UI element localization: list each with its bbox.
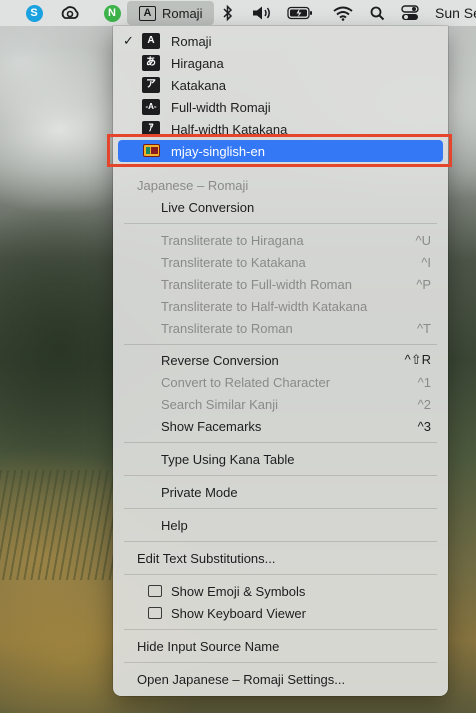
control-center-icon[interactable]	[399, 0, 421, 26]
menu-item-full-width-romaji[interactable]: -A- Full-width Romaji	[118, 96, 443, 118]
menu-item-label: Katakana	[171, 77, 226, 93]
input-source-dropdown: ✓ A Romaji あ Hiragana ア Katakana -A- Ful…	[113, 26, 448, 696]
battery-icon[interactable]	[287, 0, 313, 26]
notes-n-icon[interactable]: N	[102, 0, 122, 26]
menu-separator	[124, 223, 437, 224]
shortcut: ^T	[416, 320, 431, 336]
menu-item-show-keyboard-viewer[interactable]: Show Keyboard Viewer	[118, 602, 443, 624]
input-source-label: Romaji	[162, 5, 203, 21]
shortcut: ^1	[417, 374, 431, 390]
shortcut: ^P	[416, 276, 431, 292]
menu-separator	[124, 442, 437, 443]
menu-separator	[124, 629, 437, 630]
full-width-glyph-icon: -A-	[142, 99, 160, 115]
menu-item-hide-input-source-name[interactable]: Hide Input Source Name	[118, 635, 443, 657]
wallpaper-vineyard	[0, 470, 120, 580]
menu-item-show-emoji-symbols[interactable]: Show Emoji & Symbols	[118, 580, 443, 602]
menu-item-convert-related: Convert to Related Character ^1	[161, 374, 431, 390]
menu-item-label: Full-width Romaji	[171, 99, 271, 115]
menu-item-show-facemarks[interactable]: Show Facemarks ^3	[118, 415, 443, 437]
emoji-viewer-icon	[148, 585, 162, 597]
menu-item-transliterate-katakana: Transliterate to Katakana ^I	[161, 254, 431, 270]
shortcut: ^3	[417, 418, 431, 434]
shortcut: ^⇧R	[404, 352, 431, 367]
menu-item-private-mode[interactable]: Private Mode	[118, 481, 443, 503]
checkmark-icon: ✓	[123, 33, 134, 48]
menu-item-transliterate-full-width-roman: Transliterate to Full-width Roman ^P	[161, 276, 431, 292]
input-source-menu[interactable]: A Romaji	[127, 1, 214, 25]
menu-item-transliterate-half-width-katakana: Transliterate to Half-width Katakana	[161, 298, 368, 314]
search-icon[interactable]	[367, 0, 387, 26]
wifi-icon[interactable]	[331, 0, 355, 26]
menu-bar: S N A Romaji Sun Se	[0, 0, 476, 26]
menu-item-label: Romaji	[171, 33, 212, 49]
skype-icon[interactable]: S	[24, 0, 44, 26]
menu-item-katakana[interactable]: ア Katakana	[118, 74, 443, 96]
menu-separator	[124, 475, 437, 476]
menu-item-live-conversion[interactable]: Live Conversion	[118, 196, 443, 218]
katakana-glyph-icon: ア	[142, 77, 160, 93]
menu-item-kana-table[interactable]: Type Using Kana Table	[118, 448, 443, 470]
keyboard-viewer-icon	[148, 607, 162, 619]
menubar-clock[interactable]: Sun Se	[435, 0, 476, 26]
volume-icon[interactable]	[250, 0, 274, 26]
input-source-glyph: A	[139, 5, 156, 21]
menu-item-edit-text-substitutions[interactable]: Edit Text Substitutions...	[118, 547, 443, 569]
menu-separator	[124, 662, 437, 663]
menu-item-romaji[interactable]: ✓ A Romaji	[118, 30, 443, 52]
romaji-glyph-icon: A	[142, 33, 160, 49]
menu-item-search-similar-kanji: Search Similar Kanji ^2	[161, 396, 431, 412]
shortcut: ^U	[415, 232, 432, 248]
menu-separator	[124, 541, 437, 542]
shortcut: ^2	[417, 396, 431, 412]
menu-separator	[124, 508, 437, 509]
menu-item-open-settings[interactable]: Open Japanese – Romaji Settings...	[118, 668, 443, 690]
menu-item-hiragana[interactable]: あ Hiragana	[118, 52, 443, 74]
menu-item-label: Hiragana	[171, 55, 224, 71]
menu-item-transliterate-hiragana: Transliterate to Hiragana ^U	[161, 232, 432, 248]
menu-separator	[124, 344, 437, 345]
bluetooth-icon[interactable]	[221, 0, 235, 26]
annotation-highlight-box	[107, 134, 452, 167]
menu-item-reverse-conversion[interactable]: Reverse Conversion ^⇧R	[118, 349, 443, 371]
section-header: Japanese – Romaji	[137, 177, 249, 193]
hiragana-glyph-icon: あ	[142, 55, 160, 71]
menu-separator	[124, 574, 437, 575]
creative-cloud-icon[interactable]	[58, 0, 82, 26]
menu-item-transliterate-roman: Transliterate to Roman ^T	[161, 320, 431, 336]
shortcut: ^I	[421, 254, 431, 270]
menu-item-help[interactable]: Help	[118, 514, 443, 536]
